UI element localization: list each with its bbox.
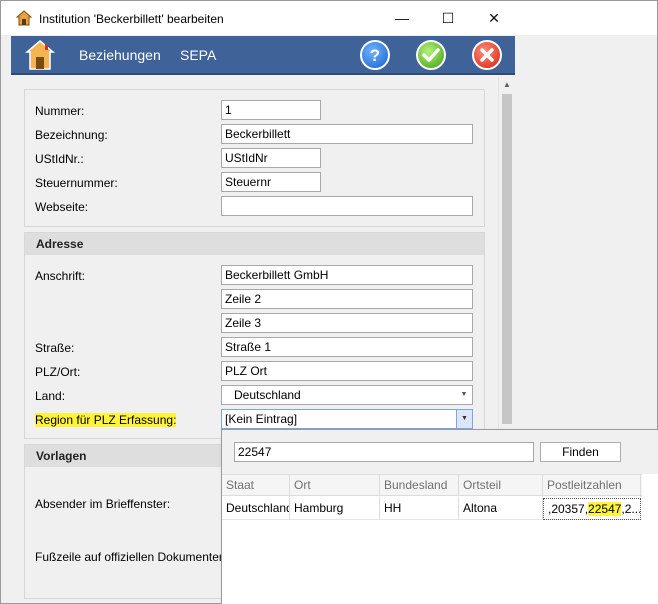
x-icon <box>480 48 494 62</box>
fusszeile-label: Fußzeile auf offiziellen Dokumenten: <box>35 550 229 564</box>
column-header-ort[interactable]: Ort <box>290 475 380 497</box>
plz-prefix: ,20357, <box>548 502 589 516</box>
steuernummer-label: Steuernummer: <box>35 176 118 190</box>
grid-header-row: Staat Ort Bundesland Ortsteil Postleitza… <box>222 474 642 497</box>
help-glyph: ? <box>370 46 380 65</box>
dialog-window: Institution 'Beckerbillett' bearbeiten —… <box>0 0 658 604</box>
sepa-tab[interactable]: SEPA <box>180 47 216 63</box>
nummer-field[interactable]: 1 <box>221 100 321 120</box>
scroll-thumb[interactable] <box>502 94 512 424</box>
finden-button[interactable]: Finden <box>540 442 621 462</box>
anschrift-line3-field[interactable]: Zeile 3 <box>221 313 473 333</box>
column-header-ortsteil[interactable]: Ortsteil <box>459 475 543 497</box>
cell-bundesland[interactable]: HH <box>380 498 459 520</box>
plz-ort-label: PLZ/Ort: <box>35 365 81 379</box>
region-combobox[interactable]: [Kein Eintrag] ▼ <box>221 409 473 429</box>
cell-ort[interactable]: Hamburg <box>290 498 380 520</box>
plz-search-input[interactable]: 22547 <box>234 442 534 462</box>
anschrift-line2-field[interactable]: Zeile 2 <box>221 289 473 309</box>
strasse-field[interactable]: Straße 1 <box>221 337 473 357</box>
region-dropdown-popup: 22547 Finden Staat Ort Bundesland Ortste… <box>221 429 658 604</box>
plz-ort-field[interactable]: PLZ Ort <box>221 361 473 381</box>
webseite-field[interactable] <box>221 196 473 216</box>
column-header-postleitzahlen[interactable]: Postleitzahlen <box>543 475 641 497</box>
anschrift-line1-field[interactable]: Beckerbillett GmbH <box>221 265 473 285</box>
adresse-header: Adresse <box>25 233 484 255</box>
popup-search-bar: 22547 Finden <box>222 430 658 474</box>
region-combobox-value: [Kein Eintrag] <box>225 412 298 426</box>
beziehungen-tab[interactable]: Beziehungen <box>79 47 161 63</box>
chevron-down-icon[interactable]: ▼ <box>459 386 469 404</box>
toolbar: Beziehungen SEPA ? <box>11 36 515 75</box>
land-label: Land: <box>35 389 66 403</box>
home-icon[interactable] <box>25 39 55 71</box>
maximize-button[interactable]: ☐ <box>425 1 471 35</box>
bezeichnung-label: Bezeichnung: <box>35 128 108 142</box>
ustid-field[interactable]: UStIdNr <box>221 148 321 168</box>
chevron-down-icon[interactable]: ▼ <box>456 410 472 428</box>
anschrift-label: Anschrift: <box>35 269 86 283</box>
strasse-label: Straße: <box>35 341 75 355</box>
question-icon: ? <box>370 46 380 65</box>
house-icon <box>16 10 32 26</box>
window-title: Institution 'Beckerbillett' bearbeiten <box>39 12 224 26</box>
land-select-value: Deutschland <box>234 388 301 402</box>
scroll-up-arrow-icon[interactable]: ▲ <box>502 80 512 90</box>
bezeichnung-field[interactable]: Beckerbillett <box>221 124 473 144</box>
cell-postleitzahlen[interactable]: ,20357,22547,2... <box>543 498 641 520</box>
adresse-group: Adresse <box>24 232 485 439</box>
save-button[interactable] <box>416 40 446 70</box>
webseite-label: Webseite: <box>35 200 89 214</box>
absender-label: Absender im Brieffenster: <box>35 497 171 511</box>
steuernummer-field[interactable]: Steuernr <box>221 172 321 192</box>
region-label: Region für PLZ Erfassung: <box>35 413 177 427</box>
cell-ortsteil[interactable]: Altona <box>459 498 543 520</box>
vertical-scrollbar[interactable]: ▲ <box>498 77 514 429</box>
table-row[interactable]: Deutschland Hamburg HH Altona ,20357,225… <box>222 498 642 520</box>
cell-staat[interactable]: Deutschland <box>222 498 290 520</box>
plz-suffix: ,2... <box>621 502 641 516</box>
column-header-staat[interactable]: Staat <box>222 475 290 497</box>
title-bar: Institution 'Beckerbillett' bearbeiten —… <box>1 1 657 35</box>
ustid-label: UStIdNr.: <box>35 152 84 166</box>
checkmark-icon <box>422 48 440 62</box>
column-header-bundesland[interactable]: Bundesland <box>380 475 459 497</box>
nummer-label: Nummer: <box>35 104 85 118</box>
minimize-button[interactable]: — <box>379 1 425 35</box>
cancel-button[interactable] <box>472 40 502 70</box>
land-select[interactable]: Deutschland ▼ <box>221 385 473 405</box>
close-window-button[interactable]: ✕ <box>471 1 517 35</box>
help-button[interactable]: ? <box>360 40 390 70</box>
plz-match-highlight: 22547 <box>588 502 622 516</box>
